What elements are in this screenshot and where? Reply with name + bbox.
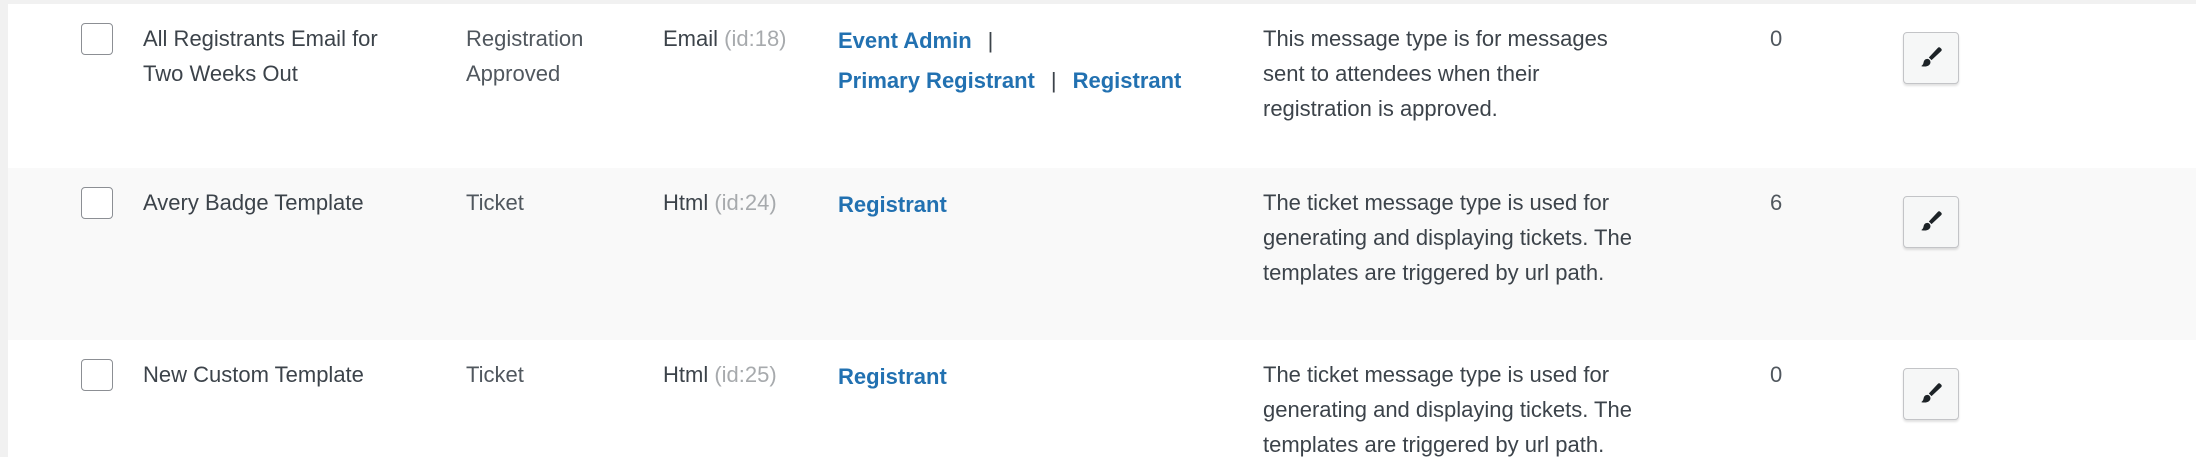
- message-type-description: The ticket message type is used for gene…: [1263, 190, 1632, 285]
- table-row: All Registrants Email for Two Weeks Out …: [8, 4, 2196, 168]
- template-name: Avery Badge Template: [143, 190, 364, 215]
- context-links: Registrant: [838, 357, 1258, 397]
- paintbrush-icon: [1921, 211, 1942, 231]
- messenger: Html (id:25): [663, 357, 777, 392]
- messenger-label: Html: [663, 362, 709, 387]
- context-link-event-admin[interactable]: Event Admin: [838, 28, 972, 53]
- messenger: Html (id:24): [663, 185, 777, 220]
- message-count: 6: [1770, 190, 1783, 215]
- row-select-checkbox[interactable]: [81, 359, 113, 391]
- paintbrush-icon: [1921, 47, 1942, 67]
- template-name: New Custom Template: [143, 362, 364, 387]
- context-link-registrant[interactable]: Registrant: [838, 192, 947, 217]
- template-name: All Registrants Email for Two Weeks Out: [143, 26, 378, 86]
- edit-template-button[interactable]: [1903, 368, 1959, 420]
- messenger-id: (id:18): [724, 26, 787, 51]
- message-count: 0: [1770, 26, 1783, 51]
- messenger-label: Html: [663, 190, 709, 215]
- context-links: Event Admin | Primary Registrant | Registra…: [838, 21, 1258, 101]
- messenger: Email (id:18): [663, 21, 787, 56]
- context-links: Registrant: [838, 185, 1258, 225]
- edit-template-button[interactable]: [1903, 196, 1959, 248]
- message-templates-table: All Registrants Email for Two Weeks Out …: [8, 0, 2196, 457]
- message-type: Registration Approved: [466, 26, 584, 86]
- message-type-description: The ticket message type is used for gene…: [1263, 362, 1632, 457]
- messenger-id: (id:25): [714, 362, 777, 387]
- page-gutter: [0, 0, 8, 457]
- context-link-primary-registrant[interactable]: Primary Registrant: [838, 68, 1035, 93]
- message-count: 0: [1770, 362, 1783, 387]
- context-link-registrant[interactable]: Registrant: [1073, 68, 1182, 93]
- row-select-checkbox[interactable]: [81, 23, 113, 55]
- row-select-checkbox[interactable]: [81, 187, 113, 219]
- paintbrush-icon: [1921, 383, 1942, 403]
- table-row: Avery Badge Template Ticket Html (id:24)…: [8, 168, 2196, 340]
- edit-template-button[interactable]: [1903, 32, 1959, 84]
- messenger-label: Email: [663, 26, 719, 51]
- message-type: Ticket: [466, 362, 524, 387]
- messenger-id: (id:24): [714, 190, 777, 215]
- message-type-description: This message type is for messages sent t…: [1263, 26, 1608, 121]
- message-type: Ticket: [466, 190, 524, 215]
- table-row: New Custom Template Ticket Html (id:25) …: [8, 340, 2196, 457]
- context-link-registrant[interactable]: Registrant: [838, 364, 947, 389]
- context-separator: |: [1050, 68, 1057, 93]
- context-separator: |: [987, 28, 994, 53]
